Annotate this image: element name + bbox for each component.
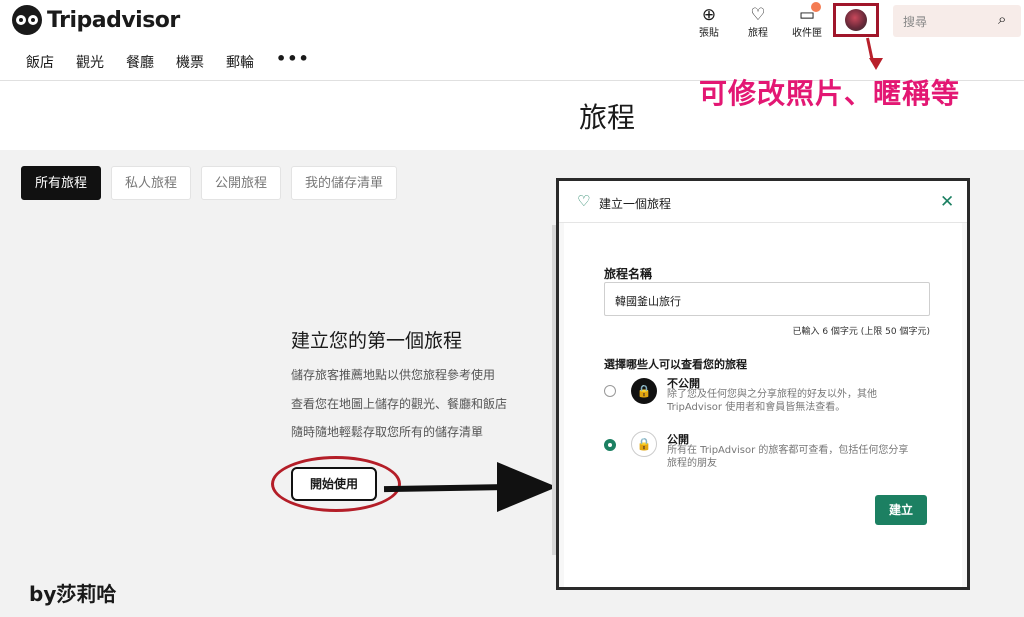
tab-saved-lists[interactable]: 我的儲存清單 <box>291 166 398 200</box>
tripadvisor-logo[interactable]: Tripadvisor <box>12 5 180 35</box>
trip-name-input[interactable]: 韓國釜山旅行 <box>604 282 930 316</box>
nav-item-flights[interactable]: 機票 <box>176 52 204 72</box>
inbox-button[interactable]: ▭ 收件匣 <box>787 2 827 39</box>
heart-icon: ♡ <box>577 192 591 210</box>
search-box[interactable]: 搜尋 ⌕ <box>893 5 1021 37</box>
private-radio[interactable] <box>604 385 616 397</box>
plus-circle-icon: ⊕ <box>701 5 717 25</box>
trips-label: 旅程 <box>748 28 768 39</box>
lock-icon: 🔒 <box>631 378 657 404</box>
profile-avatar-highlight[interactable] <box>833 3 879 37</box>
nav-item-cruises[interactable]: 郵輪 <box>226 52 254 72</box>
tab-private-trips[interactable]: 私人旅程 <box>111 166 192 200</box>
modal-header: ♡ 建立一個旅程 ✕ <box>559 181 967 223</box>
main-nav: 飯店 觀光 餐廳 機票 郵輪 ••• <box>26 49 310 72</box>
get-started-button[interactable]: 開始使用 <box>291 467 377 501</box>
avatar[interactable] <box>845 9 867 31</box>
heart-icon: ♡ <box>750 5 766 25</box>
lock-icon: 🔒 <box>631 431 657 457</box>
nav-item-hotels[interactable]: 飯店 <box>26 52 54 72</box>
close-icon[interactable]: ✕ <box>940 192 954 212</box>
review-label: 張貼 <box>699 28 719 39</box>
intro-line: 隨時隨地輕鬆存取您所有的儲存清單 <box>291 425 484 439</box>
search-placeholder: 搜尋 <box>903 15 928 29</box>
public-option-desc: 所有在 TripAdvisor 的旅客都可查看，包括任何您分享旅程的朋友 <box>667 445 909 469</box>
nav-more-button[interactable]: ••• <box>276 49 310 72</box>
owl-logo-icon <box>12 5 42 35</box>
notification-badge <box>811 2 821 12</box>
tab-public-trips[interactable]: 公開旅程 <box>201 166 282 200</box>
public-radio[interactable] <box>604 439 616 451</box>
nav-item-restaurants[interactable]: 餐廳 <box>126 52 154 72</box>
char-count: 已輸入 6 個字元 (上限 50 個字元) <box>792 327 930 337</box>
private-option-desc: 除了您及任何您與之分享旅程的好友以外，其他 TripAdvisor 使用者和會員… <box>667 389 877 413</box>
annotation-profile-note: 可修改照片、暱稱等 <box>699 77 961 110</box>
intro-line: 儲存旅客推薦地點以供您旅程參考使用 <box>291 368 496 382</box>
create-button[interactable]: 建立 <box>875 495 927 525</box>
annotation-arrow-head <box>869 58 883 70</box>
trip-name-label: 旅程名稱 <box>604 267 653 281</box>
annotation-arrow-head <box>497 462 557 512</box>
review-button[interactable]: ⊕ 張貼 <box>689 6 729 39</box>
trip-tabs: 所有旅程 私人旅程 公開旅程 我的儲存清單 <box>21 166 398 200</box>
inbox-label: 收件匣 <box>792 28 822 39</box>
nav-item-attractions[interactable]: 觀光 <box>76 52 104 72</box>
trips-button[interactable]: ♡ 旅程 <box>738 6 778 39</box>
visibility-question: 選擇哪些人可以查看您的旅程 <box>604 358 747 371</box>
intro-title: 建立您的第一個旅程 <box>291 330 463 352</box>
byline: by莎莉哈 <box>29 582 117 606</box>
modal-title: 建立一個旅程 <box>599 197 672 211</box>
modal-body: 旅程名稱 韓國釜山旅行 已輸入 6 個字元 (上限 50 個字元) 選擇哪些人可… <box>564 223 962 587</box>
brand-name: Tripadvisor <box>47 7 180 33</box>
create-trip-modal: ♡ 建立一個旅程 ✕ 旅程名稱 韓國釜山旅行 已輸入 6 個字元 (上限 50 … <box>556 178 970 590</box>
search-icon[interactable]: ⌕ <box>998 10 1006 28</box>
intro-line: 查看您在地圖上儲存的觀光、餐廳和飯店 <box>291 397 508 411</box>
tab-all-trips[interactable]: 所有旅程 <box>21 166 102 200</box>
annotation-arrow-shaft <box>383 483 515 493</box>
chat-bubble-icon: ▭ <box>798 5 816 25</box>
